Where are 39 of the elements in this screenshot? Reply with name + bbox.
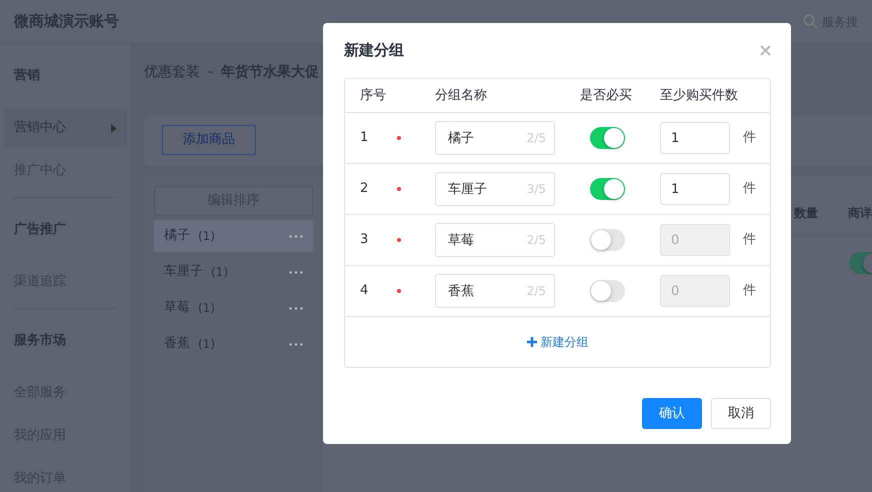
quantity-field[interactable]: 1 — [660, 122, 730, 154]
required-dot — [397, 187, 401, 191]
plus-icon — [526, 337, 536, 347]
close-icon[interactable] — [760, 44, 771, 56]
required-dot — [397, 238, 401, 242]
dialog-title: 新建分组 — [344, 40, 404, 61]
required-dot — [397, 289, 401, 293]
group-count: (1) — [198, 228, 215, 245]
column-header: 序号 — [360, 86, 387, 105]
cancel-button[interactable]: 取消 — [711, 398, 771, 429]
add-product-button[interactable]: 添加商品 — [162, 125, 256, 155]
unit-label: 件 — [743, 180, 757, 198]
group-name: 橘子 — [164, 227, 190, 246]
more-icon[interactable] — [289, 270, 303, 274]
more-icon[interactable] — [289, 306, 303, 310]
unit-label: 件 — [743, 129, 757, 148]
unit-label: 件 — [743, 231, 757, 250]
caret-icon — [111, 124, 117, 132]
unit-label: 件 — [743, 282, 757, 300]
row-number: 4 — [360, 282, 368, 300]
column-header: 是否必买 — [579, 86, 633, 105]
more-icon[interactable] — [289, 342, 303, 346]
required-dot — [397, 136, 401, 140]
toggle-switch[interactable] — [590, 280, 625, 302]
toggle-switch[interactable] — [590, 178, 625, 200]
breadcrumb-separator: - — [208, 63, 214, 82]
toggle-switch[interactable] — [590, 229, 625, 251]
column-header: 分组名称 — [435, 86, 488, 105]
quantity-field[interactable]: 1 — [660, 173, 730, 205]
row-number: 3 — [360, 231, 368, 250]
search-icon[interactable] — [803, 14, 818, 29]
add-group-link[interactable]: 新建分组 — [526, 333, 588, 351]
toggle-switch[interactable] — [590, 127, 625, 149]
column-header: 至少购买件数 — [660, 86, 739, 105]
more-icon[interactable] — [289, 234, 303, 238]
row-number: 2 — [360, 180, 368, 198]
confirm-button[interactable]: 确认 — [642, 398, 702, 429]
row-number: 1 — [360, 129, 368, 148]
group-item[interactable]: 橘子 (1) — [154, 220, 313, 252]
